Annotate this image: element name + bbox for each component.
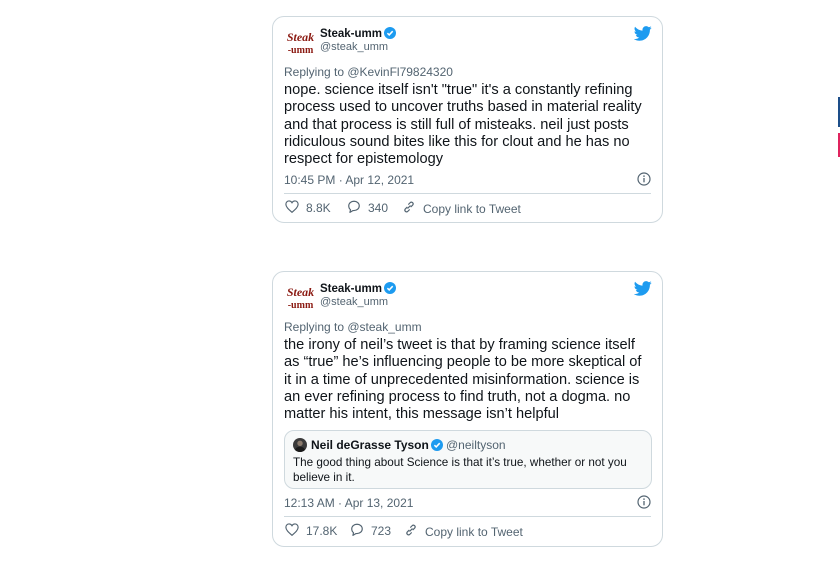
tweet-card[interactable]: Steak -umm Steak-umm @steak_umm Replying… (272, 271, 663, 547)
link-icon (404, 523, 418, 540)
tweet-timestamp[interactable]: 12:13 AM · Apr 13, 2021 (284, 496, 413, 510)
heart-icon (285, 200, 299, 216)
verified-badge-icon (384, 282, 396, 297)
reply-bubble-icon (347, 200, 361, 216)
quoted-tweet[interactable]: Neil deGrasse Tyson @neiltyson The good … (284, 430, 652, 489)
info-icon[interactable] (637, 172, 651, 191)
author-name[interactable]: Steak-umm (320, 282, 396, 297)
tweet-text: the irony of neil’s tweet is that by fra… (284, 337, 642, 423)
verified-badge-icon (384, 27, 396, 42)
replying-to[interactable]: Replying to @steak_umm (284, 320, 422, 334)
copy-link-label: Copy link to Tweet (423, 201, 521, 216)
reply-count: 723 (371, 524, 392, 538)
tweet-card[interactable]: Steak -umm Steak-umm @steak_umm Replying… (272, 16, 663, 223)
svg-text:Steak: Steak (287, 285, 314, 299)
tweet-actions: 17.8K 723 Copy link to Tweet (284, 523, 651, 541)
svg-text:-umm: -umm (288, 45, 314, 56)
tweet-timestamp[interactable]: 10:45 PM · Apr 12, 2021 (284, 173, 414, 187)
divider (284, 516, 651, 517)
author-handle[interactable]: @steak_umm (320, 296, 388, 308)
heart-icon (285, 523, 299, 539)
like-button[interactable]: 17.8K (285, 523, 337, 539)
replying-to[interactable]: Replying to @KevinFl79824320 (284, 65, 453, 79)
steak-umm-logo[interactable]: Steak -umm (286, 28, 315, 57)
tweet-text: nope. science itself isn't "true" it's a… (284, 82, 642, 168)
author-handle[interactable]: @steak_umm (320, 41, 388, 53)
like-count: 17.8K (306, 524, 338, 538)
quoted-author-handle: @neiltyson (446, 438, 506, 452)
verified-badge-icon (430, 439, 443, 454)
link-icon (402, 200, 416, 217)
steak-umm-logo[interactable]: Steak -umm (286, 283, 315, 312)
quoted-author-name: Neil deGrasse Tyson (311, 438, 443, 454)
twitter-bird-icon[interactable] (633, 281, 652, 301)
tweet-actions: 8.8K 340 Copy link to Tweet (284, 200, 651, 218)
like-count: 8.8K (306, 201, 331, 215)
info-icon[interactable] (637, 495, 651, 514)
svg-text:-umm: -umm (288, 300, 314, 311)
svg-text:Steak: Steak (287, 30, 314, 44)
quoted-tweet-text: The good thing about Science is that it’… (293, 456, 627, 484)
divider (284, 193, 651, 194)
reply-count: 340 (368, 201, 389, 215)
copy-link-button[interactable]: Copy link to Tweet (402, 200, 521, 217)
like-button[interactable]: 8.8K (285, 200, 331, 216)
author-name[interactable]: Steak-umm (320, 27, 396, 42)
reply-bubble-icon (350, 523, 364, 539)
twitter-bird-icon[interactable] (633, 26, 652, 46)
copy-link-label: Copy link to Tweet (425, 524, 523, 539)
reply-button[interactable]: 340 (347, 200, 388, 216)
quoted-author-avatar (293, 438, 307, 452)
copy-link-button[interactable]: Copy link to Tweet (404, 523, 523, 540)
reply-button[interactable]: 723 (350, 523, 391, 539)
